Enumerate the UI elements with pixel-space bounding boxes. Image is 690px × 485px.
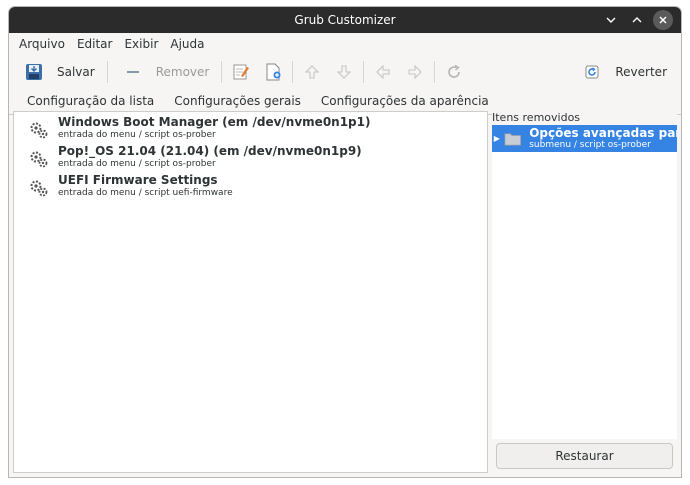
remove-button[interactable]: Remover: [114, 58, 216, 86]
removed-item-subtitle: submenu / script os-prober: [529, 139, 651, 150]
revert-button[interactable]: Reverter: [573, 58, 673, 86]
entry-subtitle: entrada do menu / script os-prober: [58, 130, 216, 140]
move-up-button[interactable]: [299, 59, 325, 85]
new-document-icon: [266, 63, 281, 81]
folder-icon: [504, 132, 521, 146]
save-label: Salvar: [57, 65, 95, 79]
close-button[interactable]: [653, 10, 673, 30]
refresh-icon: [448, 64, 461, 78]
gear-icon: [30, 122, 48, 139]
refresh-button[interactable]: [441, 59, 467, 85]
maximize-button[interactable]: [627, 10, 647, 30]
window-title: Grub Customizer: [294, 13, 396, 27]
revert-icon: [579, 59, 605, 85]
move-right-button[interactable]: [402, 59, 428, 85]
dropdown-button[interactable]: [601, 10, 621, 30]
new-entry-button[interactable]: [260, 59, 286, 85]
toolbar-separator: [292, 61, 294, 83]
entry-name: Windows Boot Manager (em /dev/nvme0n1p1): [58, 115, 371, 129]
arrow-left-icon: [376, 64, 390, 80]
move-down-button[interactable]: [331, 59, 357, 85]
removed-items-list[interactable]: ▶ Opções avançadas para P... submenu / s…: [492, 125, 677, 439]
entry-list[interactable]: Windows Boot Manager (em /dev/nvme0n1p1)…: [13, 111, 488, 473]
entry-subtitle: entrada do menu / script uefi-firmware: [58, 188, 233, 198]
removed-items-header: Itens removidos: [492, 111, 581, 124]
arrow-down-icon: [337, 65, 352, 79]
removed-item-name: Opções avançadas para P...: [529, 126, 677, 140]
entry-subtitle: entrada do menu / script os-prober: [58, 159, 216, 169]
arrow-right-icon: [408, 64, 423, 80]
entry-name: UEFI Firmware Settings: [58, 173, 218, 187]
expander-icon[interactable]: ▶: [492, 134, 502, 143]
minus-icon: [120, 59, 146, 85]
menu-editar[interactable]: Editar: [71, 37, 119, 51]
toolbar-separator: [363, 61, 365, 83]
entry-name: Pop!_OS 21.04 (21.04) (em /dev/nvme0n1p9…: [58, 144, 362, 158]
title-bar: Grub Customizer: [9, 7, 681, 33]
chevron-up-icon: [632, 17, 642, 23]
chevron-down-icon: [606, 17, 616, 23]
restore-button[interactable]: Restaurar: [496, 443, 673, 469]
menu-bar: Arquivo Editar Exibir Ajuda: [9, 33, 681, 55]
move-left-button[interactable]: [370, 59, 396, 85]
arrow-up-icon: [305, 65, 320, 79]
list-item[interactable]: Windows Boot Manager (em /dev/nvme0n1p1)…: [14, 115, 487, 144]
gear-icon: [30, 151, 48, 168]
save-button[interactable]: Salvar: [15, 58, 101, 86]
menu-exibir[interactable]: Exibir: [118, 37, 164, 51]
edit-icon: [233, 64, 250, 80]
save-icon: [21, 59, 47, 85]
toolbar-separator: [221, 61, 223, 83]
remove-label: Remover: [155, 65, 210, 79]
app-window: Grub Customizer Arquivo Editar Exibir Aj…: [8, 6, 682, 478]
menu-ajuda[interactable]: Ajuda: [164, 37, 210, 51]
removed-item[interactable]: ▶ Opções avançadas para P... submenu / s…: [492, 125, 677, 152]
revert-label: Reverter: [615, 65, 667, 79]
removed-items-panel: Itens removidos ▶ Opções avançadas para …: [492, 111, 677, 473]
toolbar: Salvar Remover Reverter: [9, 55, 681, 89]
toolbar-separator: [106, 61, 108, 83]
gear-icon: [30, 180, 48, 197]
list-item[interactable]: UEFI Firmware Settings entrada do menu /…: [14, 173, 487, 202]
window-controls: [601, 10, 673, 30]
close-icon: [659, 16, 667, 24]
menu-arquivo[interactable]: Arquivo: [13, 37, 71, 51]
toolbar-separator: [434, 61, 436, 83]
edit-button[interactable]: [228, 59, 254, 85]
tab-content: Windows Boot Manager (em /dev/nvme0n1p1)…: [13, 111, 677, 473]
list-item[interactable]: Pop!_OS 21.04 (21.04) (em /dev/nvme0n1p9…: [14, 144, 487, 173]
